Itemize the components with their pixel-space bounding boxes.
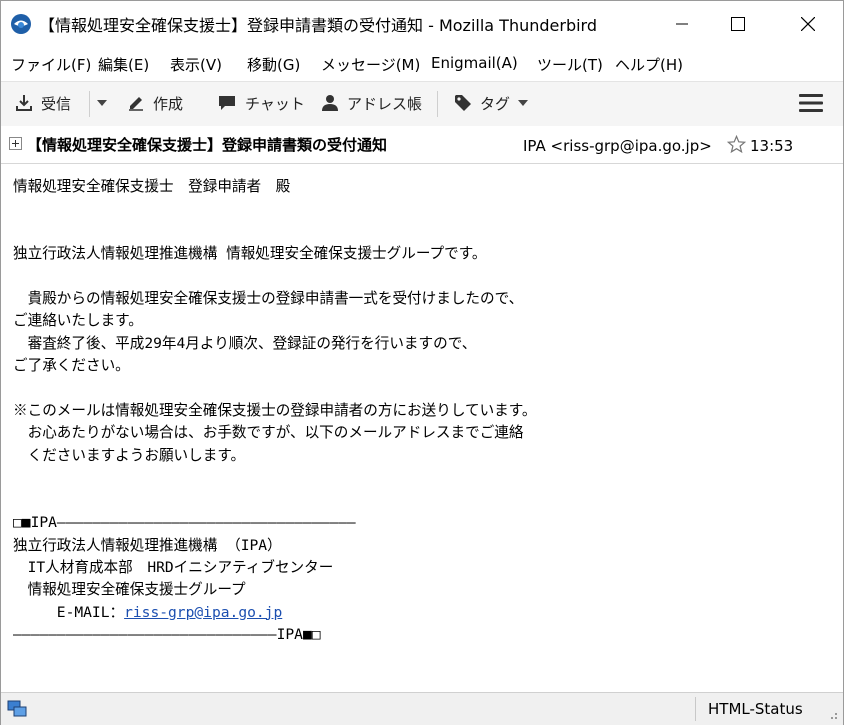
body-line: ご了承ください。 — [13, 357, 130, 375]
menu-file[interactable]: ファイル(F) — [11, 54, 91, 75]
email-label: E-MAIL： — [13, 603, 125, 621]
signature-top-rule: □■IPA―――――――――――――――――――――――――――――――――― — [13, 514, 356, 532]
chat-bubble-icon — [219, 96, 235, 110]
maximize-icon — [731, 17, 745, 31]
thunderbird-window: 【情報処理安全確保支援士】登録申請書類の受付通知 - Mozilla Thund… — [0, 0, 844, 725]
signature-org: 独立行政法人情報処理推進機構 （IPA） — [13, 536, 282, 554]
expand-header-icon[interactable] — [9, 137, 22, 150]
tag-icon — [455, 95, 471, 111]
menu-help[interactable]: ヘルプ(H) — [615, 54, 683, 75]
body-line: ※このメールは情報処理安全確保支援士の登録申請者の方にお送りしています。 — [13, 402, 537, 420]
menu-go[interactable]: 移動(G) — [247, 54, 300, 75]
html-status-label[interactable]: HTML-Status — [708, 700, 803, 718]
download-icon — [16, 95, 32, 111]
body-line: ご連絡いたします。 — [13, 312, 143, 330]
email-link[interactable]: riss-grp@ipa.go.jp — [124, 604, 282, 621]
body-line: 貴殿からの情報処理安全確保支援士の登録申請書一式を受付けましたので、 — [13, 290, 524, 308]
menu-edit[interactable]: 編集(E) — [98, 54, 149, 75]
menu-tools[interactable]: ツール(T) — [537, 54, 603, 75]
chevron-down-icon — [97, 100, 107, 106]
menu-view[interactable]: 表示(V) — [170, 54, 222, 75]
toolbar-separator — [89, 91, 90, 117]
thunderbird-logo-icon — [11, 14, 31, 34]
message-body: 情報処理安全確保支援士 登録申請者 殿 独立行政法人情報処理推進機構 情報処理安… — [1, 164, 843, 692]
title-bar: 【情報処理安全確保支援士】登録申請書類の受付通知 - Mozilla Thund… — [1, 1, 843, 47]
tag-label: タグ — [480, 94, 511, 113]
chat-button[interactable]: チャット — [217, 90, 305, 116]
app-menu-button[interactable] — [799, 90, 831, 116]
close-button[interactable] — [785, 1, 831, 47]
write-button[interactable]: 作成 — [127, 90, 183, 116]
address-book-button[interactable]: アドレス帳 — [321, 90, 422, 116]
minimize-icon — [676, 23, 688, 25]
write-label: 作成 — [153, 94, 184, 113]
get-mail-dropdown[interactable] — [97, 90, 107, 116]
message-sender[interactable]: IPA <riss-grp@ipa.go.jp> — [523, 137, 712, 155]
chat-label: チャット — [245, 94, 305, 113]
hamburger-menu-icon — [799, 94, 823, 112]
status-bar: HTML-Status — [1, 692, 843, 725]
signature-group: 情報処理安全確保支援士グループ — [13, 581, 246, 599]
body-line: お心あたりがない場合は、お手数ですが、以下のメールアドレスまでご連絡 — [13, 424, 524, 442]
chevron-down-icon — [518, 100, 529, 106]
window-title: 【情報処理安全確保支援士】登録申請書類の受付通知 - Mozilla Thund… — [39, 16, 597, 35]
close-icon — [801, 17, 815, 31]
status-separator — [695, 697, 696, 721]
menu-enigmail[interactable]: Enigmail(A) — [431, 54, 518, 72]
network-status-icon[interactable] — [7, 700, 27, 718]
message-header: 【情報処理安全確保支援士】登録申請書類の受付通知 IPA <riss-grp@i… — [1, 126, 843, 164]
menu-bar: ファイル(F) 編集(E) 表示(V) 移動(G) メッセージ(M) Enigm… — [1, 47, 843, 81]
main-toolbar: 受信 作成 チャット アドレス帳 タグ — [1, 81, 843, 127]
get-mail-label: 受信 — [41, 94, 72, 113]
signature-bottom-rule: ――――――――――――――――――――――――――――――IPA■□ — [13, 626, 321, 644]
star-icon[interactable] — [727, 135, 746, 154]
message-subject: 【情報処理安全確保支援士】登録申請書類の受付通知 — [27, 136, 388, 154]
toolbar-separator — [437, 91, 438, 117]
body-line: 審査終了後、平成29年4月より順次、登録証の発行を行いますので、 — [13, 334, 477, 352]
minimize-button[interactable] — [659, 1, 705, 47]
body-line: くださいますようお願いします。 — [13, 446, 246, 464]
body-line: 独立行政法人情報処理推進機構 情報処理安全確保支援士グループです。 — [13, 245, 487, 263]
pencil-icon — [129, 97, 143, 111]
message-time: 13:53 — [750, 137, 794, 155]
tag-button[interactable]: タグ — [454, 90, 529, 116]
maximize-button[interactable] — [715, 1, 761, 47]
person-icon — [322, 95, 338, 111]
message-body-text: 情報処理安全確保支援士 登録申請者 殿 独立行政法人情報処理推進機構 情報処理安… — [13, 176, 536, 647]
resize-grip-icon[interactable] — [827, 709, 839, 721]
address-book-label: アドレス帳 — [347, 94, 423, 113]
menu-message[interactable]: メッセージ(M) — [321, 54, 420, 75]
body-line: 情報処理安全確保支援士 登録申請者 殿 — [13, 178, 291, 195]
get-mail-button[interactable]: 受信 — [15, 90, 71, 116]
signature-dept: IT人材育成本部 HRDイニシアティブセンター — [13, 558, 334, 576]
